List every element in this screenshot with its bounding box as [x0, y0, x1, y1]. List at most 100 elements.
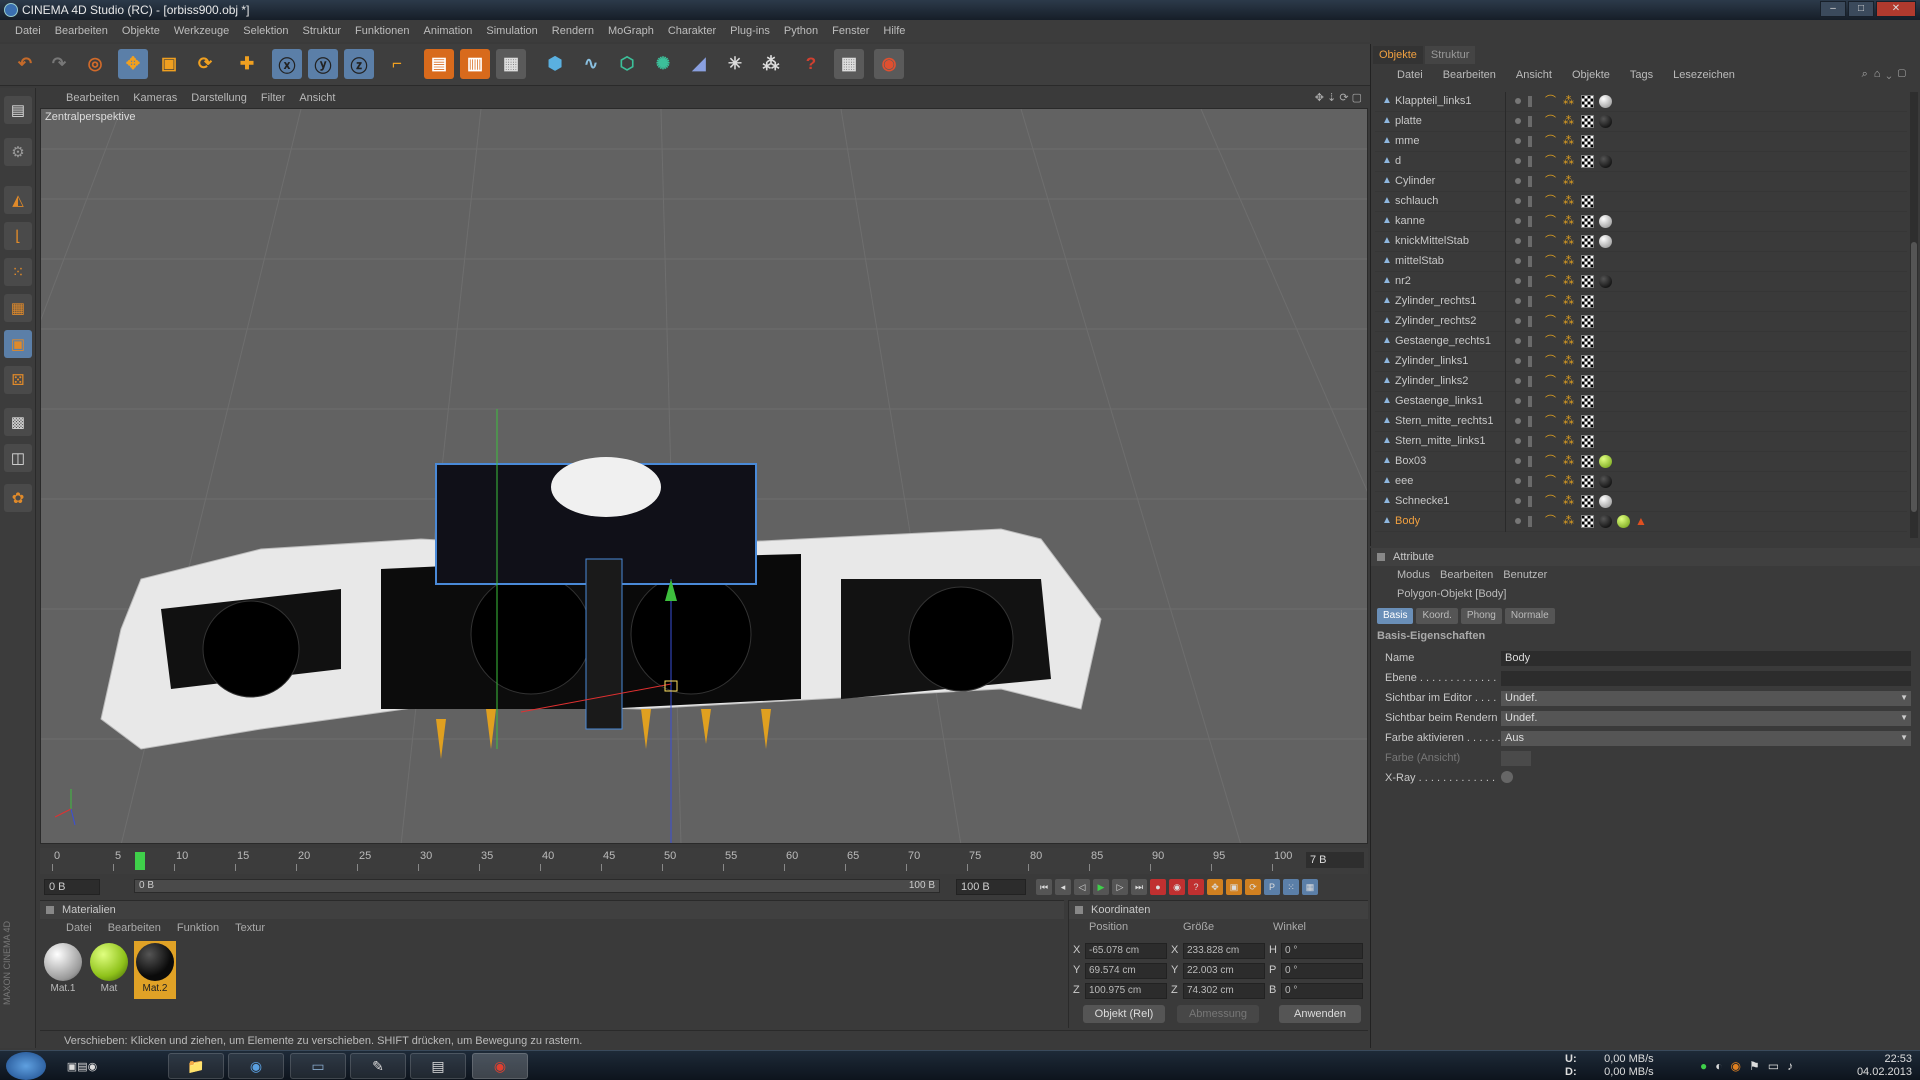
playhead[interactable] — [135, 852, 146, 870]
uvw-tag-icon[interactable]: ⁂ — [1563, 475, 1576, 488]
maximize-button[interactable]: □ — [1848, 1, 1874, 17]
phong-tag-icon[interactable]: ⌒ — [1545, 135, 1558, 148]
material-tag-icon[interactable] — [1599, 235, 1612, 248]
prev-key-icon[interactable]: ◂ — [1055, 879, 1071, 895]
render-visibility-dot[interactable] — [1528, 376, 1532, 387]
menu-objekte[interactable]: Objekte — [115, 25, 167, 37]
menu-plugins[interactable]: Plug-ins — [723, 25, 777, 37]
object-row[interactable]: Gestaenge_links1 ⌒ ⁂ — [1375, 392, 1907, 412]
tab-struktur[interactable]: Struktur — [1424, 46, 1476, 64]
size-y-field[interactable]: 22.003 cm — [1183, 963, 1265, 979]
attr-menu-benutzer[interactable]: Benutzer — [1503, 566, 1547, 584]
menu-selektion[interactable]: Selektion — [236, 25, 295, 37]
mat-menu-bearbeiten[interactable]: Bearbeiten — [108, 920, 161, 936]
uvw-tag-icon[interactable]: ⁂ — [1563, 135, 1576, 148]
viewport-nav-icons[interactable]: ✥ ⇣ ⟳ ▢ — [1315, 91, 1362, 104]
uvw-tag-icon[interactable]: ⁂ — [1563, 175, 1576, 188]
z-axis-icon[interactable]: ⓩ — [344, 49, 374, 79]
material-tag-icon[interactable] — [1599, 115, 1612, 128]
editor-visibility-dot[interactable] — [1515, 198, 1521, 204]
menu-hilfe[interactable]: Hilfe — [876, 25, 912, 37]
phong-tag-icon[interactable]: ⌒ — [1545, 395, 1558, 408]
menu-animation[interactable]: Animation — [416, 25, 479, 37]
flag-tray-icon[interactable]: ⚑ — [1749, 1059, 1760, 1073]
editor-visibility-dot[interactable] — [1515, 358, 1521, 364]
editor-visibility-dot[interactable] — [1515, 178, 1521, 184]
tab-normale[interactable]: Normale — [1504, 608, 1555, 624]
object-row[interactable]: d ⌒ ⁂ — [1375, 152, 1907, 172]
texture-tag-icon[interactable] — [1581, 275, 1594, 288]
vp-menu-filter[interactable]: Filter — [261, 92, 285, 104]
pla-key-icon[interactable]: ⁙ — [1283, 879, 1299, 895]
uvw-tag-icon[interactable]: ⁂ — [1563, 335, 1576, 348]
om-menu-objekte[interactable]: Objekte — [1572, 66, 1610, 84]
document-taskbar-icon[interactable]: ▤ — [410, 1053, 466, 1079]
editor-visibility-dot[interactable] — [1515, 138, 1521, 144]
environment-icon[interactable]: ⁂ — [756, 49, 786, 79]
scene-icon[interactable]: ✳ — [720, 49, 750, 79]
editor-visibility-dot[interactable] — [1515, 118, 1521, 124]
network-tray-icon[interactable]: ◐ — [1715, 1059, 1722, 1073]
name-field[interactable]: Body — [1501, 651, 1911, 666]
render-visibility-dot[interactable] — [1528, 196, 1532, 207]
attr-menu-modus[interactable]: Modus — [1397, 566, 1430, 584]
vp-menu-kameras[interactable]: Kameras — [133, 92, 177, 104]
material-swatch-selected[interactable]: Mat.2 — [134, 941, 176, 999]
uvw-tag-icon[interactable]: ⁂ — [1563, 455, 1576, 468]
render-visibility-dot[interactable] — [1528, 356, 1532, 367]
current-frame-field[interactable]: 7 B — [1306, 852, 1364, 868]
object-manager-tool-icons[interactable]: ⌕⌂⌄▢ — [1862, 68, 1912, 81]
editor-visibility-dot[interactable] — [1515, 158, 1521, 164]
object-row[interactable]: Zylinder_rechts2 ⌒ ⁂ — [1375, 312, 1907, 332]
render-visibility-dot[interactable] — [1528, 496, 1532, 507]
uvw-tag-icon[interactable]: ⁂ — [1563, 275, 1576, 288]
om-menu-ansicht[interactable]: Ansicht — [1516, 66, 1552, 84]
material-swatch[interactable]: Mat.1 — [42, 941, 84, 999]
editor-visibility-dot[interactable] — [1515, 498, 1521, 504]
uvw-tag-icon[interactable]: ⁂ — [1563, 255, 1576, 268]
axis-mode-icon[interactable]: ⌊ — [4, 222, 32, 250]
spline-icon[interactable]: ∿ — [576, 49, 606, 79]
play-icon[interactable]: ▶ — [1093, 879, 1109, 895]
tab-phong[interactable]: Phong — [1460, 608, 1502, 624]
scrollbar-thumb[interactable] — [1911, 242, 1917, 512]
render-view-icon[interactable]: ▤ — [424, 49, 454, 79]
phong-tag-icon[interactable]: ⌒ — [1545, 455, 1558, 468]
uvw-tag-icon[interactable]: ⁂ — [1563, 295, 1576, 308]
uvw-tag-icon[interactable]: ⁂ — [1563, 515, 1576, 528]
phong-tag-icon[interactable]: ⌒ — [1545, 495, 1558, 508]
render-visibility-dot[interactable] — [1528, 476, 1532, 487]
editor-visibility-dot[interactable] — [1515, 418, 1521, 424]
x-axis-icon[interactable]: ⓧ — [272, 49, 302, 79]
angle-b-field[interactable]: 0 ° — [1281, 983, 1363, 999]
angle-h-field[interactable]: 0 ° — [1281, 943, 1363, 959]
uvw-tag-icon[interactable]: ⁂ — [1563, 315, 1576, 328]
start-frame-field[interactable]: 0 B — [44, 879, 100, 895]
object-row[interactable]: Zylinder_links2 ⌒ ⁂ — [1375, 372, 1907, 392]
phong-tag-icon[interactable]: ⌒ — [1545, 235, 1558, 248]
object-row[interactable]: platte ⌒ ⁂ — [1375, 112, 1907, 132]
size-z-field[interactable]: 74.302 cm — [1183, 983, 1265, 999]
go-end-icon[interactable]: ⏭ — [1131, 879, 1147, 895]
quick-launch-icons[interactable]: ▣▤◉ — [58, 1053, 106, 1079]
render-visibility-dot[interactable] — [1528, 276, 1532, 287]
om-menu-lesezeichen[interactable]: Lesezeichen — [1673, 66, 1735, 84]
object-row[interactable]: nr2 ⌒ ⁂ — [1375, 272, 1907, 292]
render-visibility-dot[interactable] — [1528, 256, 1532, 267]
menu-struktur[interactable]: Struktur — [296, 25, 349, 37]
menu-funktionen[interactable]: Funktionen — [348, 25, 416, 37]
menu-fenster[interactable]: Fenster — [825, 25, 876, 37]
object-row[interactable]: Stern_mitte_rechts1 ⌒ ⁂ — [1375, 412, 1907, 432]
object-row[interactable]: kanne ⌒ ⁂ — [1375, 212, 1907, 232]
phong-tag-icon[interactable]: ⌒ — [1545, 175, 1558, 188]
sculpt-icon[interactable]: ✿ — [4, 484, 32, 512]
phong-tag-icon[interactable]: ⌒ — [1545, 95, 1558, 108]
size-mode-dropdown[interactable]: Abmessung — [1177, 1005, 1259, 1023]
warning-tag-icon[interactable]: ▲ — [1635, 515, 1648, 528]
material-tag-icon[interactable] — [1599, 155, 1612, 168]
tab-koord[interactable]: Koord. — [1416, 608, 1458, 624]
clock[interactable]: 22:53 04.02.2013 — [1857, 1053, 1912, 1079]
rotation-key-icon[interactable]: ⟳ — [1245, 879, 1261, 895]
object-row[interactable]: Gestaenge_rechts1 ⌒ ⁂ — [1375, 332, 1907, 352]
object-row-selected[interactable]: Body ⌒ ⁂ ▲ — [1375, 512, 1907, 532]
